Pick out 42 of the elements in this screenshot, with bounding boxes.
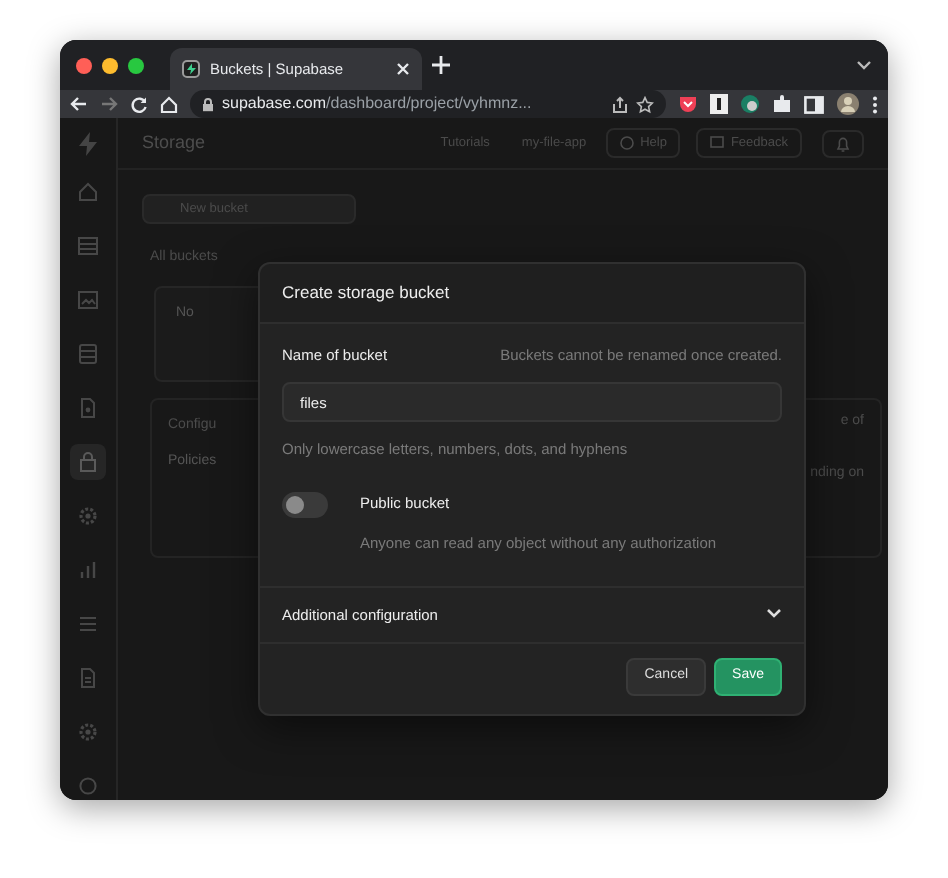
forward-icon[interactable] [100,96,118,112]
url-text: supabase.com/dashboard/project/vyhmnz... [222,92,534,116]
home-icon[interactable] [160,95,178,113]
image-icon [76,288,100,312]
nav-item[interactable] [70,444,106,480]
table-icon [76,234,100,258]
gear-icon [76,504,100,528]
close-dot[interactable] [76,57,92,73]
pocket-icon[interactable] [678,94,698,114]
back-icon[interactable] [70,96,88,112]
extension-icon[interactable] [710,94,728,114]
circle-icon [76,774,100,798]
reload-icon[interactable] [130,95,148,113]
lock-icon [76,450,100,474]
modal-title: Create storage bucket [260,264,804,324]
favicon-icon [182,60,200,78]
chevron-down-icon[interactable] [856,59,872,71]
new-tab-icon[interactable] [432,56,450,74]
public-toggle[interactable] [282,492,328,519]
sidebar-icon[interactable] [804,95,824,113]
share-icon[interactable] [612,95,628,113]
address-bar[interactable]: supabase.com/dashboard/project/vyhmnz... [190,90,666,118]
home-icon [76,180,100,204]
star-icon[interactable] [636,95,654,113]
avatar-icon[interactable] [836,92,860,116]
list-icon [76,612,100,636]
chevron-down-icon [766,608,782,621]
puzzle-icon[interactable] [772,94,792,114]
minimize-dot[interactable] [102,57,118,73]
lock-icon [202,97,214,111]
help-icon [620,136,635,150]
bell-icon [836,135,850,151]
extension-icon[interactable] [740,94,760,114]
file-icon [76,396,100,420]
database-icon [76,342,100,366]
doc-icon [76,666,100,690]
chart-icon [76,558,100,582]
zoom-dot[interactable] [128,57,144,73]
gear-icon [76,720,100,744]
close-icon[interactable] [396,62,410,76]
chat-icon [710,136,725,150]
menu-icon[interactable] [872,95,878,113]
